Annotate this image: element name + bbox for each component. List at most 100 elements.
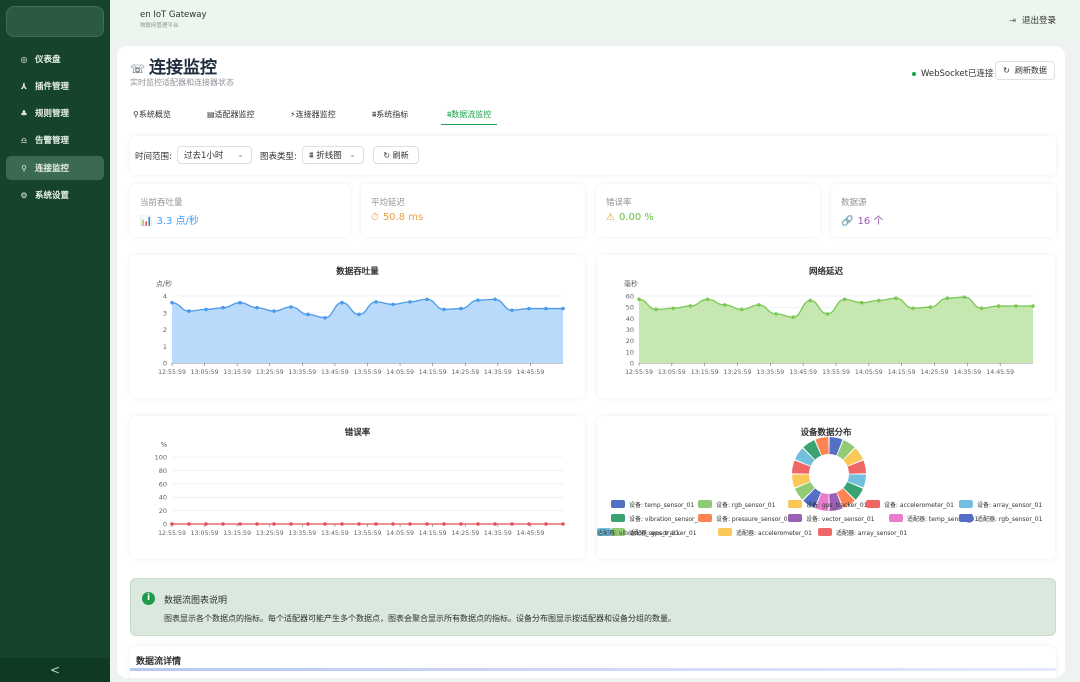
data-flow-detail-title: 数据流详情 <box>136 657 182 667</box>
page-title: ☏ 连接监控 <box>130 53 217 78</box>
y-tick-label: 100 <box>155 454 167 462</box>
legend-swatch <box>959 500 973 508</box>
data-point <box>774 312 778 316</box>
sidebar-item-settings[interactable]: ⚙ 系统设置 <box>6 183 104 207</box>
data-point <box>408 300 412 304</box>
data-point <box>510 522 514 526</box>
x-tick-label: 14:35:59 <box>484 369 512 376</box>
data-point <box>340 522 344 526</box>
data-point <box>391 302 395 307</box>
sidebar-item-connection-monitor[interactable]: ⚲ 连接监控 <box>6 156 104 180</box>
metric-label: 错误率 <box>606 198 632 208</box>
x-tick-label: 13:55:59 <box>354 369 382 376</box>
data-point <box>894 296 898 301</box>
app-title: en IoT Gateway <box>140 10 207 20</box>
data-point <box>238 522 242 526</box>
sidebar-item-rules[interactable]: ♣ 规则管理 <box>6 101 104 125</box>
data-point <box>442 522 446 526</box>
time-range-select[interactable]: 过去1小时 ⌄ <box>177 146 252 164</box>
legend-swatch <box>718 528 732 536</box>
x-tick-label: 12:55:59 <box>625 369 653 376</box>
link-icon: 🔗 <box>841 216 854 227</box>
chart-type-select[interactable]: ⩩ 折线图 ⌄ <box>302 146 364 164</box>
data-point <box>289 305 293 309</box>
data-point <box>688 304 693 308</box>
metric-value-text: 3.3 点/秒 <box>156 216 199 227</box>
data-point <box>425 297 429 302</box>
y-tick-label: 4 <box>163 293 167 301</box>
y-tick-label: 40 <box>159 494 167 502</box>
data-point <box>204 307 208 312</box>
metric-card-latency: 平均延迟 ⏱ 50.8 ms <box>361 184 585 237</box>
page-title-text: 连接监控 <box>149 58 218 78</box>
sidebar-collapse-button[interactable]: < <box>0 658 110 682</box>
chart-type-value: ⩩ 折线图 <box>309 151 342 161</box>
x-tick-label: 13:35:59 <box>756 369 784 376</box>
time-range-value: 过去1小时 <box>184 151 224 161</box>
chart-title: 网络延迟 <box>809 266 844 277</box>
legend-swatch <box>788 514 802 522</box>
info-alert: i 数据流图表说明 图表显示各个数据点的指标。每个适配器可能产生多个数据点，图表… <box>130 578 1056 636</box>
throughput-chart-panel: 数据吞吐量 点/秒 0 1 2 3 4 12:55:59 13:05:59 13:15:59 13:… <box>130 255 585 398</box>
y-tick-label: 20 <box>626 337 634 345</box>
x-tick-label: 13:25:59 <box>724 369 752 376</box>
data-point <box>357 522 361 526</box>
tab-adapter-monitor[interactable]: ▤适配器监控 <box>207 109 255 125</box>
stopwatch-icon: ⏱ <box>371 212 379 223</box>
data-point <box>739 307 744 312</box>
legend-swatch <box>959 514 973 522</box>
tab-system-metrics[interactable]: ⩩系统指标 <box>372 109 408 125</box>
data-point <box>221 522 225 526</box>
data-point <box>637 297 641 302</box>
y-tick-label: 40 <box>626 315 634 323</box>
data-point <box>510 308 514 313</box>
tab-system-overview[interactable]: ⚲系统概览 <box>133 109 171 125</box>
data-point <box>877 298 881 303</box>
data-point <box>527 522 531 526</box>
metric-card-error-rate: 错误率 ⚠ 0.00 % <box>596 184 820 237</box>
data-point <box>791 315 795 320</box>
sidebar: ◎ 仪表盘 ⅄ 插件管理 ♣ 规则管理 ♎ 告警管理 ⚲ 连接监控 ⚙ 系统设置 < <box>0 0 110 682</box>
tab-connector-monitor[interactable]: ⚡连接器监控 <box>290 109 336 125</box>
refresh-data-button[interactable]: ↻ 刷新数据 <box>995 61 1055 80</box>
x-tick-label: 13:15:59 <box>223 530 251 537</box>
x-tick-label: 13:45:59 <box>321 530 349 537</box>
metric-label: 数据源 <box>841 198 867 208</box>
metric-value-text: 0.00 % <box>618 212 654 223</box>
data-point <box>825 312 830 316</box>
sidebar-item-alerts[interactable]: ♎ 告警管理 <box>6 128 104 152</box>
app-subtitle: 物联网管理平台 <box>140 23 179 29</box>
data-point <box>306 312 310 317</box>
data-point <box>705 297 710 302</box>
data-point <box>255 305 259 310</box>
metric-value-text: 50.8 ms <box>382 212 424 223</box>
chart-title: 数据吞吐量 <box>336 266 379 277</box>
websocket-status-text: WebSocket已连接 <box>921 69 994 79</box>
x-tick-label: 12:55:59 <box>158 530 186 537</box>
legend-label: 设备: vibration_sensor_01 <box>629 515 705 523</box>
data-point <box>979 306 984 311</box>
data-point <box>170 522 174 526</box>
data-point <box>962 295 967 299</box>
x-tick-label: 13:05:59 <box>191 369 219 376</box>
y-tick-label: 50 <box>626 304 634 312</box>
legend-label: 适配器: accelerometer_01 <box>736 529 812 537</box>
data-point <box>170 300 174 305</box>
tab-data-flow-monitor[interactable]: ⩩数据流监控 <box>441 109 498 125</box>
time-range-label: 时间范围: <box>135 152 172 162</box>
refresh-button[interactable]: ↻ 刷新 <box>373 146 419 164</box>
websocket-status: WebSocket已连接 <box>912 67 993 79</box>
legend-label: 适配器: vibration_sensor_01 <box>597 529 679 537</box>
x-tick-label: 14:25:59 <box>921 369 949 376</box>
error-rate-chart-panel: 错误率% 0 20 40 60 80 100 12:55:59 13:05:59 13:15:59… <box>130 416 585 559</box>
legend-label: 设备: vector_sensor_01 <box>806 515 875 523</box>
metric-value-text: 16 个 <box>857 216 884 227</box>
y-tick-label: 2 <box>163 326 167 334</box>
legend-swatch <box>788 500 802 508</box>
sidebar-item-plugins[interactable]: ⅄ 插件管理 <box>6 74 104 98</box>
logout-button[interactable]: ⇥ 退出登录 <box>1009 14 1056 26</box>
sidebar-item-dashboard[interactable]: ◎ 仪表盘 <box>6 47 104 71</box>
data-point <box>561 306 565 311</box>
x-tick-label: 13:55:59 <box>354 530 382 537</box>
sidebar-item-label: 仪表盘 <box>35 55 61 65</box>
